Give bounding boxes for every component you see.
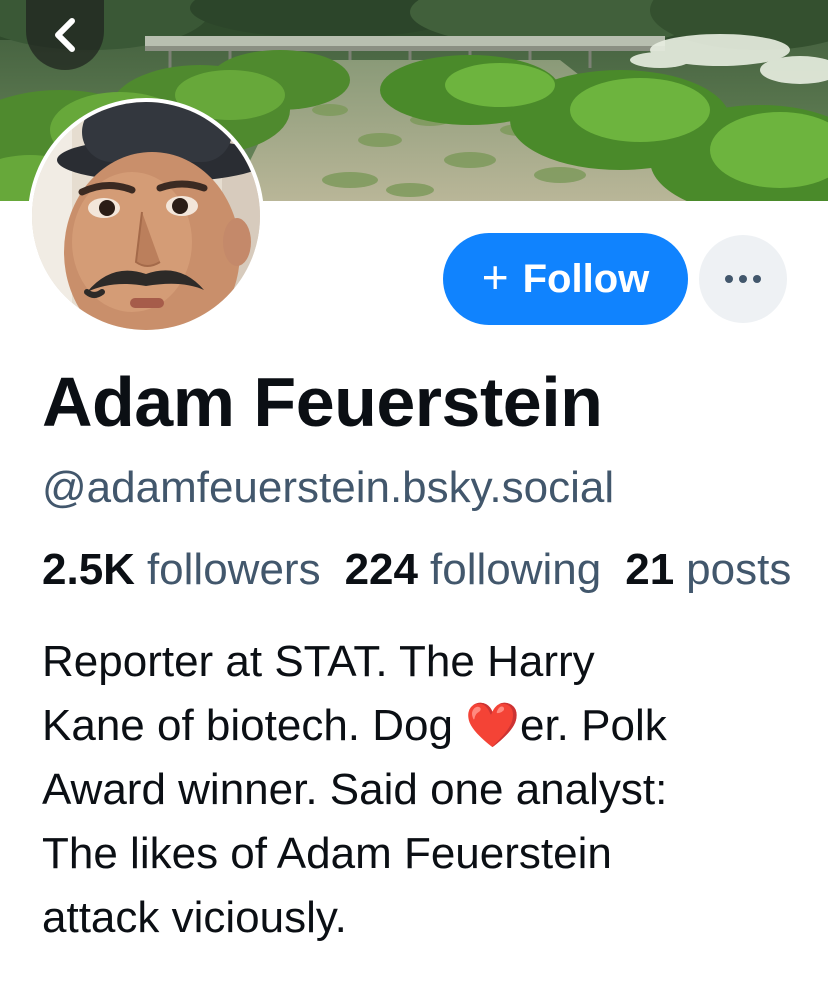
follow-button-label: Follow: [522, 256, 650, 301]
followers-stat[interactable]: 2.5K followers: [42, 542, 321, 598]
posts-count: 21: [625, 545, 675, 594]
following-label: following: [430, 545, 602, 594]
chevron-left-icon: [55, 18, 75, 52]
ellipsis-icon: [725, 275, 761, 283]
followers-count: 2.5K: [42, 545, 135, 594]
profile-handle: @adamfeuerstein.bsky.social: [42, 463, 615, 512]
bio-line: Kane of biotech. Dog ❤️er. Polk: [42, 694, 812, 758]
follow-button[interactable]: + Follow: [443, 233, 688, 325]
bio-text: er. Polk: [519, 701, 667, 750]
display-name: Adam Feuerstein: [42, 363, 603, 441]
bio-line: Reporter at STAT. The Harry: [42, 637, 595, 686]
bio-line: attack viciously.: [42, 893, 347, 942]
heart-emoji: ❤️: [465, 701, 520, 750]
plus-icon: +: [481, 251, 509, 303]
posts-label: posts: [686, 545, 792, 594]
bio-line: The likes of Adam Feuerstein: [42, 829, 612, 878]
avatar-image: [32, 102, 260, 330]
following-stat[interactable]: 224 following: [345, 542, 602, 598]
profile-stats: 2.5K followers 224 following 21 posts: [42, 542, 791, 598]
avatar[interactable]: [28, 98, 264, 334]
posts-stat: 21 posts: [625, 542, 791, 598]
more-options-button[interactable]: [699, 235, 787, 323]
profile-bio: Reporter at STAT. The Harry Kane of biot…: [42, 630, 812, 950]
followers-label: followers: [146, 545, 321, 594]
bio-text: Kane of biotech. Dog: [42, 701, 466, 750]
bio-line: Award winner. Said one analyst:: [42, 765, 668, 814]
following-count: 224: [344, 545, 418, 594]
